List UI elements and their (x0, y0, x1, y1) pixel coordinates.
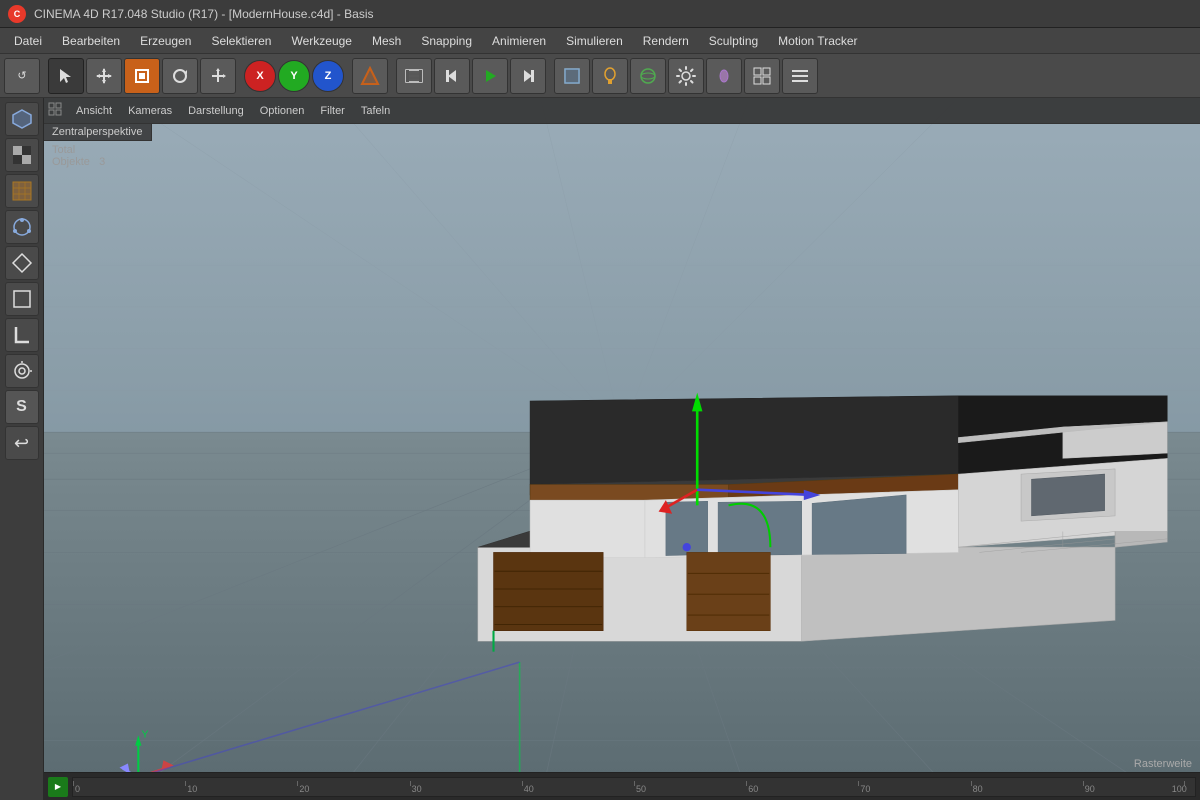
objects-stat: Objekte 3 (52, 156, 105, 168)
timeline: ▶ 0 10 20 30 40 50 60 70 80 (44, 772, 1200, 800)
left-sidebar: S ↩ (0, 98, 44, 800)
sidebar-box-mode[interactable] (5, 282, 39, 316)
menu-mesh[interactable]: Mesh (362, 32, 411, 50)
axis-x-button[interactable]: X (244, 60, 276, 92)
axis-z-button[interactable]: Z (312, 60, 344, 92)
menu-datei[interactable]: Datei (4, 32, 52, 50)
cube-view-button[interactable] (554, 58, 590, 94)
menu-rendern[interactable]: Rendern (633, 32, 699, 50)
axis-y-button[interactable]: Y (278, 60, 310, 92)
title-bar: C CINEMA 4D R17.048 Studio (R17) - [Mode… (0, 0, 1200, 28)
cinema-logo: C (8, 5, 26, 23)
vp-menu-tafeln[interactable]: Tafeln (353, 103, 398, 119)
menu-sculpting[interactable]: Sculpting (699, 32, 768, 50)
viewport-perspective-label: Zentralperspektive (44, 124, 152, 141)
play-button[interactable] (472, 58, 508, 94)
play-timeline-button[interactable]: ▶ (48, 777, 68, 797)
cog-button[interactable] (668, 58, 704, 94)
playback-prev-button[interactable] (434, 58, 470, 94)
sidebar-node-mode[interactable] (5, 210, 39, 244)
sidebar-texture-mode[interactable] (5, 174, 39, 208)
sidebar-cursor[interactable] (5, 354, 39, 388)
rotate-tool-button[interactable] (162, 58, 198, 94)
transform-button[interactable] (200, 58, 236, 94)
viewport-menubar: Ansicht Kameras Darstellung Optionen Fil… (44, 98, 1200, 124)
sidebar-object-mode[interactable] (5, 102, 39, 136)
rasterweite-label: Rasterweite (1134, 758, 1192, 770)
more-button[interactable] (782, 58, 818, 94)
playback-next-button[interactable] (510, 58, 546, 94)
film-record-button[interactable] (396, 58, 432, 94)
sidebar-undo[interactable]: ↩ (5, 426, 39, 460)
time-ruler[interactable]: 0 10 20 30 40 50 60 70 80 90 1 (72, 777, 1196, 797)
paint-brush-button[interactable] (592, 58, 628, 94)
menu-werkzeuge[interactable]: Werkzeuge (281, 32, 361, 50)
vp-menu-filter[interactable]: Filter (312, 103, 352, 119)
shape-tool-button[interactable] (352, 58, 388, 94)
svg-text:Y: Y (141, 729, 148, 740)
grid-icon (48, 102, 62, 119)
viewport-stats: Total Objekte 3 (52, 144, 105, 168)
total-stat: Total (52, 144, 105, 156)
scale-tool-button[interactable] (124, 58, 160, 94)
vp-menu-ansicht[interactable]: Ansicht (68, 103, 120, 119)
sidebar-s-logo[interactable]: S (5, 390, 39, 424)
undo-button[interactable]: ↺ (4, 58, 40, 94)
select-tool-button[interactable] (48, 58, 84, 94)
move-tool-button[interactable] (86, 58, 122, 94)
sidebar-uv-mode[interactable] (5, 138, 39, 172)
menu-selektieren[interactable]: Selektieren (201, 32, 281, 50)
light-button[interactable] (706, 58, 742, 94)
grid-view-button[interactable] (744, 58, 780, 94)
toolbar: ↺ X Y Z (0, 54, 1200, 98)
menu-bearbeiten[interactable]: Bearbeiten (52, 32, 130, 50)
menu-snapping[interactable]: Snapping (411, 32, 482, 50)
sphere-button[interactable] (630, 58, 666, 94)
vp-menu-optionen[interactable]: Optionen (252, 103, 313, 119)
sidebar-diamond-mode[interactable] (5, 246, 39, 280)
vp-menu-darstellung[interactable]: Darstellung (180, 103, 252, 119)
menu-bar: Datei Bearbeiten Erzeugen Selektieren We… (0, 28, 1200, 54)
main-area: S ↩ Ansicht Kameras Darstellung Optionen… (0, 98, 1200, 800)
menu-erzeugen[interactable]: Erzeugen (130, 32, 201, 50)
menu-simulieren[interactable]: Simulieren (556, 32, 633, 50)
3d-scene: Y (44, 98, 1200, 800)
vp-menu-kameras[interactable]: Kameras (120, 103, 180, 119)
menu-animieren[interactable]: Animieren (482, 32, 556, 50)
viewport[interactable]: Ansicht Kameras Darstellung Optionen Fil… (44, 98, 1200, 800)
sidebar-l-shape[interactable] (5, 318, 39, 352)
menu-motion-tracker[interactable]: Motion Tracker (768, 32, 867, 50)
window-title: CINEMA 4D R17.048 Studio (R17) - [Modern… (34, 7, 373, 21)
